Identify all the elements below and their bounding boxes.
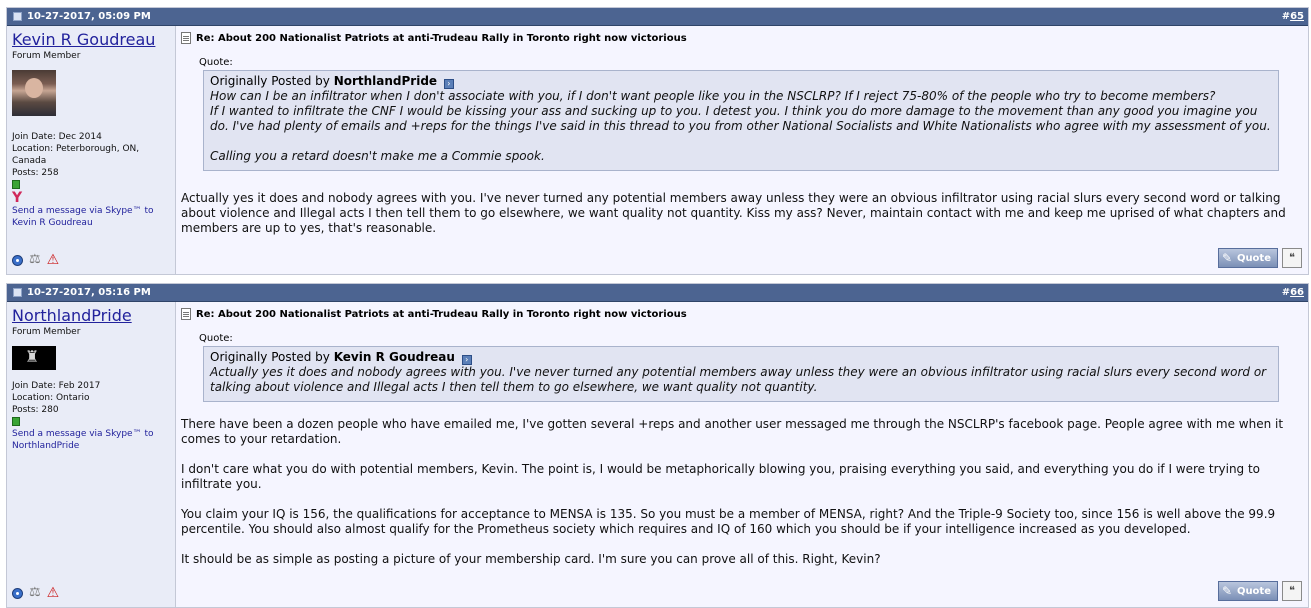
quote-attribution: Originally Posted by Kevin R Goudreau › [210, 350, 1272, 365]
multi-quote-button[interactable]: ❝ [1282, 248, 1302, 268]
quote-line: Actually yes it does and nobody agrees w… [210, 365, 1267, 394]
quote-button[interactable]: ✎ Quote [1218, 248, 1278, 268]
pencil-icon: ✎ [1222, 251, 1233, 265]
reputation-icon[interactable] [12, 254, 23, 266]
skype-link[interactable]: Send a message via Skype™ to Kevin R Gou… [12, 205, 170, 229]
user-title: Forum Member [12, 327, 81, 337]
post-number[interactable]: #66 [1282, 287, 1304, 298]
avatar[interactable] [12, 70, 56, 116]
post-icon [13, 288, 22, 297]
multi-quote-button[interactable]: ❝ [1282, 581, 1302, 601]
quote-attribution: Originally Posted by NorthlandPride › [210, 74, 1272, 89]
post-title-text: Re: About 200 Nationalist Patriots at an… [196, 308, 687, 320]
post-date: 10-27-2017, 05:09 PM [27, 11, 151, 22]
view-post-icon[interactable]: › [461, 355, 472, 365]
post-message: Re: About 200 Nationalist Patriots at an… [176, 302, 1308, 607]
view-post-icon[interactable]: › [443, 79, 454, 89]
online-status-icon [12, 180, 20, 189]
post-message: Re: About 200 Nationalist Patriots at an… [176, 26, 1308, 274]
report-post-icon[interactable]: ⚠ [47, 253, 60, 267]
username-link[interactable]: Kevin R Goudreau [12, 31, 170, 49]
reputation-icon: Y [12, 190, 23, 206]
post-buttons: ✎ Quote ❝ [1218, 581, 1302, 601]
quote-line: If I wanted to infiltrate the CNF I woul… [210, 104, 1271, 133]
scales-icon[interactable]: ⚖ [29, 586, 41, 599]
post-body-paragraph: I don't care what you do with potential … [181, 462, 1261, 491]
user-title: Forum Member [12, 51, 81, 61]
user-location: Location: Peterborough, ON, Canada [12, 144, 140, 166]
post-body-paragraph: Actually yes it does and nobody agrees w… [181, 191, 1286, 235]
quote-author: NorthlandPride [333, 74, 438, 88]
quote-button-label: Quote [1236, 252, 1271, 264]
post-title-text: Re: About 200 Nationalist Patriots at an… [196, 32, 687, 44]
post-header: 10-27-2017, 05:09 PM #65 [7, 8, 1308, 26]
avatar[interactable] [12, 346, 56, 370]
post-icons: ⚖ ⚠ [12, 586, 60, 600]
reputation-icon[interactable] [12, 587, 23, 599]
post-icon [13, 12, 22, 21]
scales-icon[interactable]: ⚖ [29, 253, 41, 266]
post-date: 10-27-2017, 05:16 PM [27, 287, 151, 298]
quote-label: Quote: [199, 57, 233, 68]
user-post-count: Posts: 280 [12, 405, 59, 415]
quote-line [210, 134, 1272, 149]
user-post-count: Posts: 258 [12, 168, 59, 178]
join-date: Join Date: Dec 2014 [12, 132, 102, 142]
username-link[interactable]: NorthlandPride [12, 307, 170, 325]
quote-prefix: Originally Posted by [210, 350, 330, 364]
join-date: Join Date: Feb 2017 [12, 381, 101, 391]
user-location: Location: Ontario [12, 393, 90, 403]
user-info-panel: NorthlandPride Forum Member Join Date: F… [7, 302, 176, 607]
post-header: 10-27-2017, 05:16 PM #66 [7, 284, 1308, 302]
quote-block: Originally Posted by NorthlandPride › Ho… [203, 70, 1279, 171]
post-number-link[interactable]: 65 [1290, 11, 1304, 22]
quote-block: Originally Posted by Kevin R Goudreau › … [203, 346, 1279, 402]
post-body-paragraph: It should be as simple as posting a pict… [181, 552, 881, 566]
post-title: Re: About 200 Nationalist Patriots at an… [181, 32, 1302, 44]
report-post-icon[interactable]: ⚠ [47, 586, 60, 600]
post-buttons: ✎ Quote ❝ [1218, 248, 1302, 268]
document-icon [181, 308, 191, 320]
post-body-paragraph: You claim your IQ is 156, the qualificat… [181, 507, 1276, 536]
post-body-paragraph: There have been a dozen people who have … [181, 417, 1284, 446]
quote-button[interactable]: ✎ Quote [1218, 581, 1278, 601]
post-number-link[interactable]: 66 [1290, 287, 1304, 298]
user-info-panel: Kevin R Goudreau Forum Member Join Date:… [7, 26, 176, 274]
quote-line: Calling you a retard doesn't make me a C… [210, 149, 545, 163]
post: 10-27-2017, 05:16 PM #66 NorthlandPride … [6, 283, 1309, 608]
post-icons: ⚖ ⚠ [12, 253, 60, 267]
quote-author: Kevin R Goudreau [333, 350, 455, 364]
quote-label: Quote: [199, 333, 233, 344]
quote-line: How can I be an infiltrator when I don't… [210, 89, 1216, 103]
post: 10-27-2017, 05:09 PM #65 Kevin R Goudrea… [6, 7, 1309, 275]
quote-prefix: Originally Posted by [210, 74, 330, 88]
document-icon [181, 32, 191, 44]
quote-button-label: Quote [1236, 585, 1271, 597]
skype-link[interactable]: Send a message via Skype™ to NorthlandPr… [12, 428, 170, 452]
online-status-icon [12, 417, 20, 426]
post-number[interactable]: #65 [1282, 11, 1304, 22]
post-title: Re: About 200 Nationalist Patriots at an… [181, 308, 1302, 320]
pencil-icon: ✎ [1222, 584, 1233, 598]
